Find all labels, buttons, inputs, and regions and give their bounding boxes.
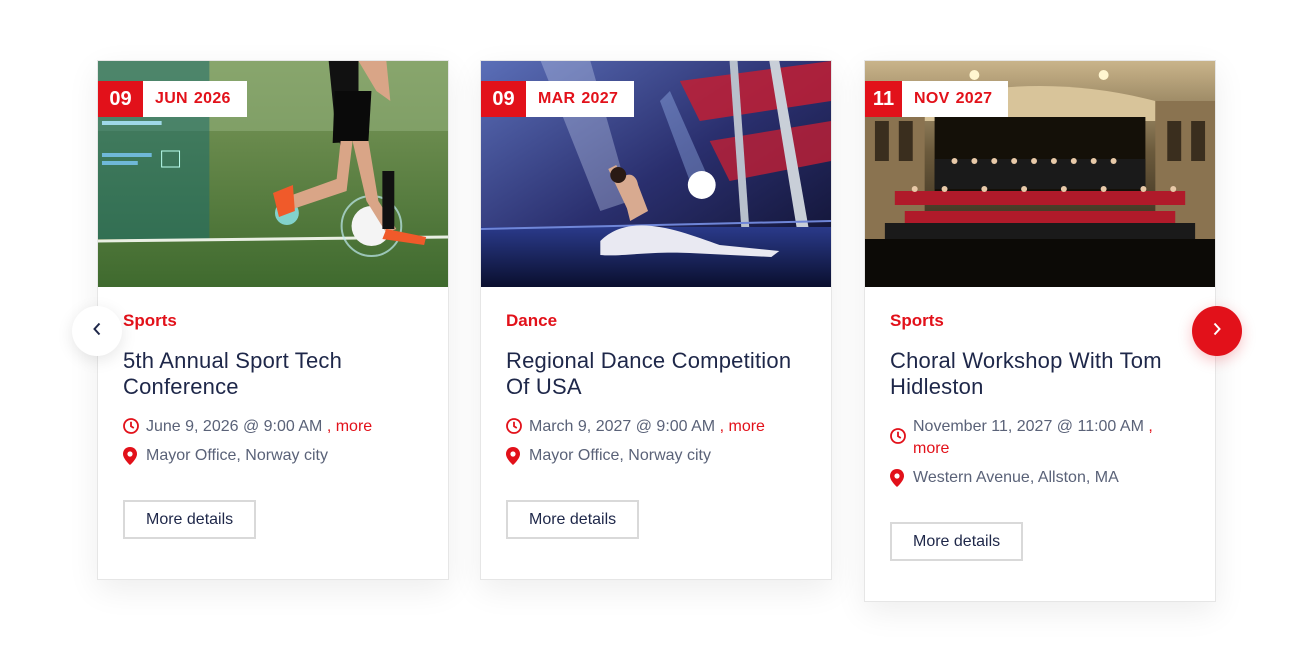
time-separator: , xyxy=(1148,418,1153,435)
date-month: NOV xyxy=(914,90,950,107)
event-card: 09 JUN 2026 Sports 5th Annual Sport Tech… xyxy=(97,60,449,580)
clock-icon xyxy=(123,416,146,434)
event-location: Mayor Office, Norway city xyxy=(506,445,806,467)
event-time-text: June 9, 2026 @ 9:00 AM xyxy=(146,418,323,435)
event-time: November 11, 2027 @ 11:00 AM , more xyxy=(890,416,1190,460)
event-location: Western Avenue, Allston, MA xyxy=(890,467,1190,489)
event-location-text: Western Avenue, Allston, MA xyxy=(913,469,1119,486)
date-day: 09 xyxy=(98,81,143,117)
event-category[interactable]: Dance xyxy=(506,311,806,331)
clock-icon xyxy=(506,416,529,434)
event-time: June 9, 2026 @ 9:00 AM , more xyxy=(123,416,423,438)
event-category[interactable]: Sports xyxy=(123,311,423,331)
more-link[interactable]: more xyxy=(728,418,764,435)
date-badge: 09 JUN 2026 xyxy=(98,81,247,117)
events-carousel: 09 JUN 2026 Sports 5th Annual Sport Tech… xyxy=(0,0,1299,650)
time-separator: , xyxy=(719,418,725,435)
chevron-left-icon xyxy=(92,322,102,341)
time-separator: , xyxy=(326,418,332,435)
event-time: March 9, 2027 @ 9:00 AM , more xyxy=(506,416,806,438)
event-card: 11 NOV 2027 Sports Choral Workshop With … xyxy=(864,60,1216,602)
event-title[interactable]: 5th Annual Sport Tech Conference xyxy=(123,348,423,400)
date-year: 2027 xyxy=(955,90,993,107)
more-details-button[interactable]: More details xyxy=(890,522,1024,561)
event-time-text: November 11, 2027 @ 11:00 AM xyxy=(913,418,1144,435)
date-day: 11 xyxy=(865,81,902,117)
carousel-prev-button[interactable] xyxy=(72,306,122,356)
event-title[interactable]: Regional Dance Competition Of USA xyxy=(506,348,806,400)
date-month: JUN xyxy=(155,90,188,107)
carousel-next-button[interactable] xyxy=(1192,306,1242,356)
map-pin-icon xyxy=(506,445,529,465)
event-location-text: Mayor Office, Norway city xyxy=(529,447,711,464)
more-link[interactable]: more xyxy=(336,418,372,435)
event-image-choir[interactable]: 11 NOV 2027 xyxy=(865,61,1215,287)
more-details-button[interactable]: More details xyxy=(506,500,640,539)
event-location-text: Mayor Office, Norway city xyxy=(146,447,328,464)
date-year: 2027 xyxy=(581,90,619,107)
chevron-right-icon xyxy=(1212,322,1222,341)
event-card: 09 MAR 2027 Dance Regional Dance Competi… xyxy=(480,60,832,580)
date-month: MAR xyxy=(538,90,576,107)
map-pin-icon xyxy=(890,467,913,487)
date-badge: 11 NOV 2027 xyxy=(865,81,1009,117)
date-day: 09 xyxy=(481,81,526,117)
more-details-button[interactable]: More details xyxy=(123,500,257,539)
date-badge: 09 MAR 2027 xyxy=(481,81,635,117)
clock-icon xyxy=(890,416,913,444)
event-time-text: March 9, 2027 @ 9:00 AM xyxy=(529,418,716,435)
more-link[interactable]: more xyxy=(913,440,949,457)
date-year: 2026 xyxy=(193,90,231,107)
event-title[interactable]: Choral Workshop With Tom Hidleston xyxy=(890,348,1190,400)
map-pin-icon xyxy=(123,445,146,465)
event-image-dance[interactable]: 09 MAR 2027 xyxy=(481,61,831,287)
event-location: Mayor Office, Norway city xyxy=(123,445,423,467)
event-category[interactable]: Sports xyxy=(890,311,1190,331)
event-image-soccer[interactable]: 09 JUN 2026 xyxy=(98,61,448,287)
